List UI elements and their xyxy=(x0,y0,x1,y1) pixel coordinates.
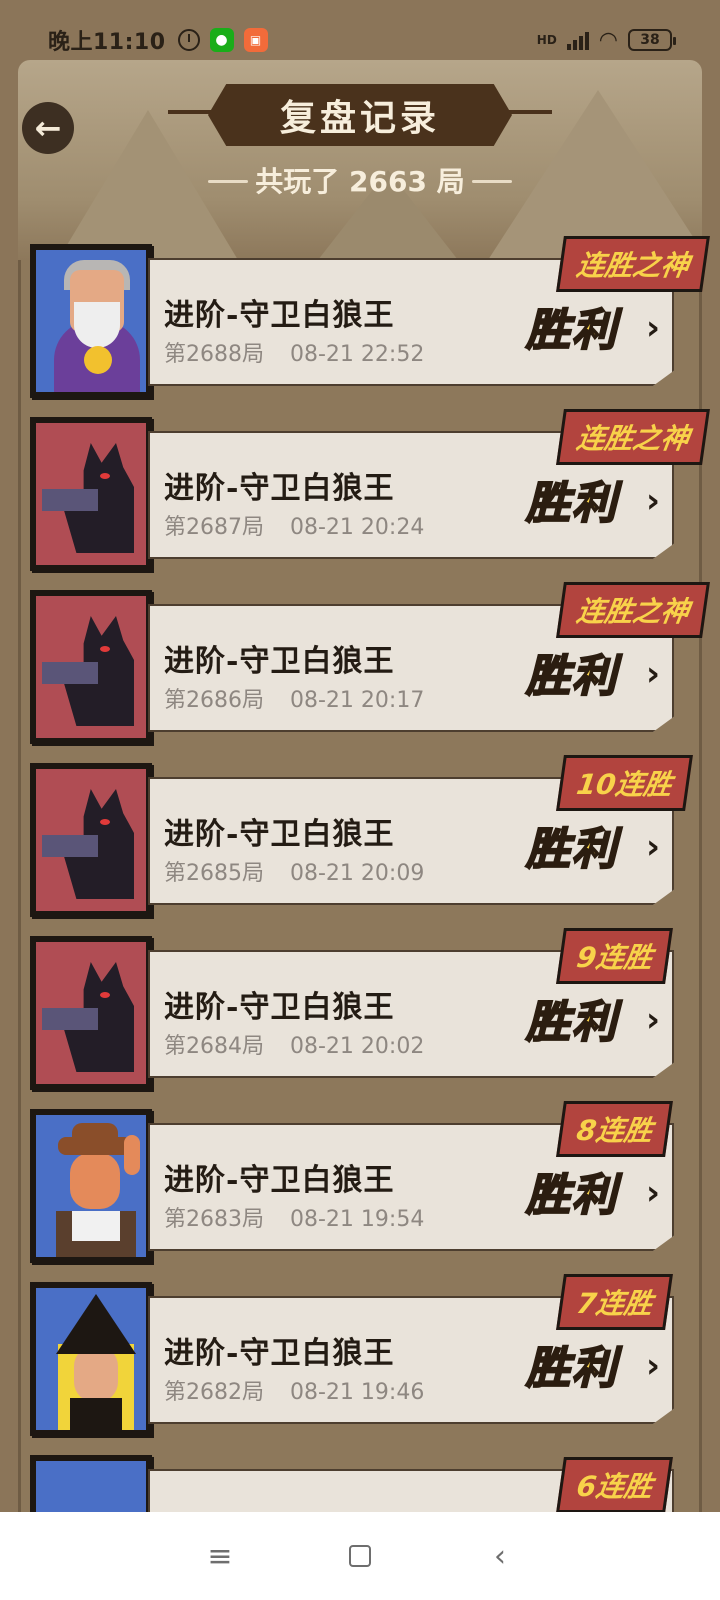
streak-badge: 连胜之神 xyxy=(556,236,710,292)
game-date: 08-21 19:46 xyxy=(290,1380,425,1405)
shopping-app-icon: ▣ xyxy=(243,28,268,52)
result-label: 胜利 xyxy=(525,650,618,703)
system-nav-bar: ≡ ‹ xyxy=(0,1512,720,1600)
record-row[interactable]: 进阶-守卫白狼王 第2682局 08-21 19:46 7连胜 胜利 › xyxy=(30,1274,710,1440)
wifi-icon: ◠ xyxy=(598,27,618,53)
record-row[interactable]: 进阶-守卫白狼王 第2687局 08-21 20:24 连胜之神 胜利 › xyxy=(30,409,710,575)
page-title: 复盘记录 xyxy=(279,97,440,139)
result-label: 胜利 xyxy=(525,1169,618,1222)
status-bar: 晚上11:10 ● ▣ HD ◠ 38 xyxy=(0,0,720,80)
result-label: 胜利 xyxy=(525,823,618,876)
round-number: 第2686局 xyxy=(164,688,264,713)
record-row[interactable]: 进阶-守卫白狼王 第2684局 08-21 20:02 9连胜 胜利 › xyxy=(30,928,710,1094)
round-number: 第2682局 xyxy=(164,1380,264,1405)
home-square-icon xyxy=(349,1545,371,1567)
game-date: 08-21 20:02 xyxy=(290,1034,425,1059)
streak-badge: 9连胜 xyxy=(556,928,674,984)
wolf-avatar xyxy=(30,590,152,744)
result-label: 胜利 xyxy=(525,996,618,1049)
result-label: 胜利 xyxy=(525,1342,618,1395)
game-meta: 第2682局 08-21 19:46 xyxy=(164,1374,424,1406)
wolf-avatar xyxy=(30,936,152,1090)
game-meta: 第2686局 08-21 20:17 xyxy=(164,682,424,714)
record-row[interactable]: 进阶-守卫白狼王 第2683局 08-21 19:54 8连胜 胜利 › xyxy=(30,1101,710,1267)
home-button[interactable] xyxy=(330,1526,390,1586)
chevron-right-icon[interactable]: › xyxy=(646,1173,660,1213)
status-time: 晚上11:10 xyxy=(48,30,166,55)
chevron-right-icon[interactable]: › xyxy=(646,1000,660,1040)
battery-icon: 38 xyxy=(628,29,676,51)
game-meta: 第2684局 08-21 20:02 xyxy=(164,1028,424,1060)
round-number: 第2685局 xyxy=(164,861,264,886)
game-date: 08-21 22:52 xyxy=(290,342,425,367)
game-mode-name: 进阶-守卫白狼王 xyxy=(164,1336,395,1371)
witch-avatar xyxy=(30,1282,152,1436)
record-row[interactable]: 进阶-守卫白狼王 第2686局 08-21 20:17 连胜之神 胜利 › xyxy=(30,582,710,748)
game-mode-name: 进阶-守卫白狼王 xyxy=(164,990,395,1025)
wolf-avatar xyxy=(30,417,152,571)
record-row[interactable]: 进阶-守卫白狼王 第2685局 08-21 20:09 10连胜 胜利 › xyxy=(30,755,710,921)
round-number: 第2684局 xyxy=(164,1034,264,1059)
game-date: 08-21 19:54 xyxy=(290,1207,425,1232)
record-row[interactable]: 进阶-守卫白狼王 第2688局 08-21 22:52 连胜之神 胜利 › xyxy=(30,236,710,402)
signal-icon xyxy=(566,30,589,50)
streak-badge: 7连胜 xyxy=(556,1274,674,1330)
streak-badge: 10连胜 xyxy=(556,755,693,811)
streak-badge: 连胜之神 xyxy=(556,582,710,638)
network-label: HD xyxy=(536,33,557,47)
wizard-avatar xyxy=(30,244,152,398)
farmer-avatar xyxy=(30,1109,152,1263)
wolf-avatar xyxy=(30,763,152,917)
game-mode-name: 进阶-守卫白狼王 xyxy=(164,298,395,333)
title-banner: 复盘记录 xyxy=(208,84,512,146)
wechat-icon: ● xyxy=(209,28,234,52)
chevron-right-icon[interactable]: › xyxy=(646,481,660,521)
game-date: 08-21 20:17 xyxy=(290,688,425,713)
total-games-count: 共玩了 2663 局 xyxy=(255,165,465,198)
round-number: 第2687局 xyxy=(164,515,264,540)
battery-level: 38 xyxy=(640,32,660,48)
round-number: 第2688局 xyxy=(164,342,264,367)
game-meta: 第2683局 08-21 19:54 xyxy=(164,1201,424,1233)
arrow-left-icon: ← xyxy=(34,109,62,147)
back-button[interactable]: ← xyxy=(22,102,74,154)
game-mode-name: 进阶-守卫白狼王 xyxy=(164,817,395,852)
streak-badge: 连胜之神 xyxy=(556,409,710,465)
result-label: 胜利 xyxy=(525,477,618,530)
record-row-partial[interactable]: 6连胜 xyxy=(30,1455,710,1512)
chevron-right-icon[interactable]: › xyxy=(646,308,660,348)
game-mode-name: 进阶-守卫白狼王 xyxy=(164,471,395,506)
chevron-right-icon[interactable]: › xyxy=(646,1346,660,1386)
game-date: 08-21 20:09 xyxy=(290,861,425,886)
menu-icon[interactable]: ≡ xyxy=(190,1526,250,1586)
game-mode-name: 进阶-守卫白狼王 xyxy=(164,644,395,679)
game-meta: 第2687局 08-21 20:24 xyxy=(164,509,424,541)
chevron-right-icon[interactable]: › xyxy=(646,827,660,867)
alarm-icon xyxy=(177,29,200,51)
streak-badge: 6连胜 xyxy=(556,1457,674,1512)
result-label: 胜利 xyxy=(525,304,618,357)
round-number: 第2683局 xyxy=(164,1207,264,1232)
back-nav-icon[interactable]: ‹ xyxy=(470,1526,530,1586)
partial-avatar xyxy=(30,1455,152,1512)
game-meta: 第2685局 08-21 20:09 xyxy=(164,855,424,887)
game-meta: 第2688局 08-21 22:52 xyxy=(164,336,424,368)
game-date: 08-21 20:24 xyxy=(290,515,425,540)
chevron-right-icon[interactable]: › xyxy=(646,654,660,694)
streak-badge: 8连胜 xyxy=(556,1101,674,1157)
game-mode-name: 进阶-守卫白狼王 xyxy=(164,1163,395,1198)
